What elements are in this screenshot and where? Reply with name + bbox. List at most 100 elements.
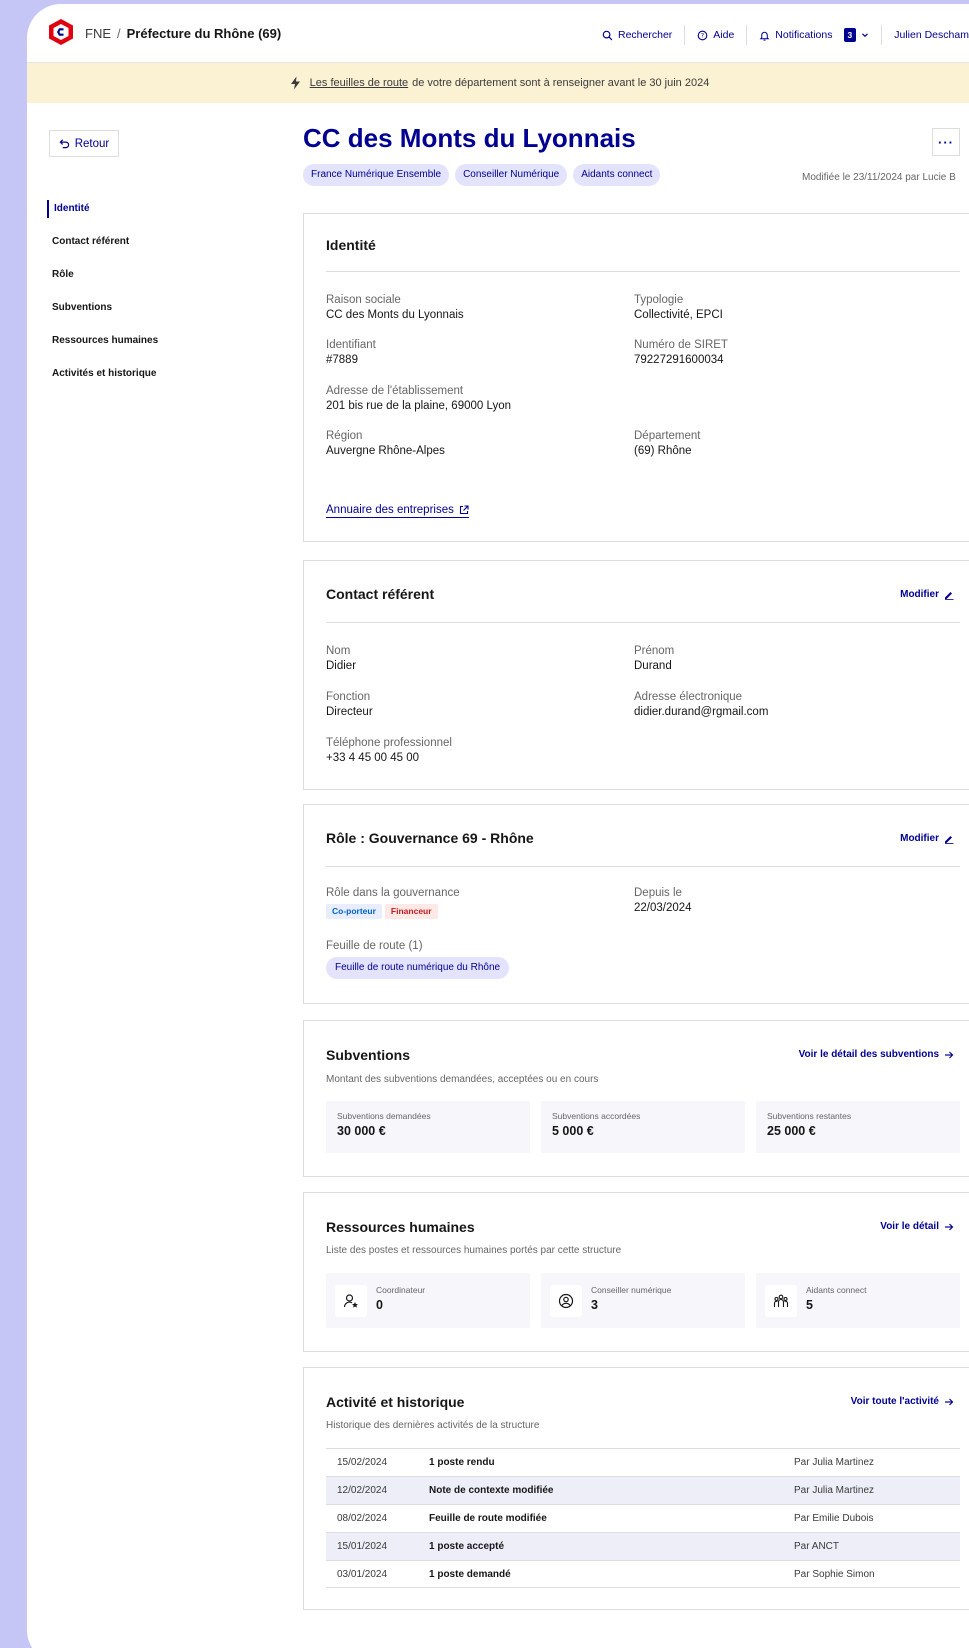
help-button[interactable]: ? Aide xyxy=(685,25,748,45)
field-label: Département xyxy=(634,430,701,442)
svg-text:?: ? xyxy=(701,31,704,39)
tag-aidants-connect: Aidants connect xyxy=(573,164,661,186)
structure-tags: France Numérique Ensemble Conseiller Num… xyxy=(303,164,661,186)
subventions-card: Subventions Voir le détail des subventio… xyxy=(303,1020,969,1177)
subventions-title: Subventions xyxy=(326,1047,411,1063)
activity-date: 15/02/2024 xyxy=(337,1457,388,1468)
banner-text: de votre département sont à renseigner a… xyxy=(412,77,710,89)
role-card: Rôle : Gouvernance 69 - Rhône Modifier R… xyxy=(303,804,969,1004)
sidenav-item-activites[interactable]: Activités et historique xyxy=(47,365,158,383)
sidenav-item-role[interactable]: Rôle xyxy=(47,266,158,284)
annuaire-link[interactable]: Annuaire des entreprises xyxy=(326,504,469,518)
subventions-detail-link[interactable]: Voir le détail des subventions xyxy=(799,1049,954,1060)
tile-label: Subventions demandées xyxy=(337,1111,431,1121)
field-value: Didier xyxy=(326,660,357,672)
activity-date: 08/02/2024 xyxy=(337,1513,388,1524)
user-star-icon xyxy=(343,1294,358,1308)
edit-contact-button[interactable]: Modifier xyxy=(900,589,954,600)
field-value: #7889 xyxy=(326,354,358,366)
activity-author: Par Julia Martinez xyxy=(794,1485,875,1496)
table-row: 08/02/2024 Feuille de route modifiée Par… xyxy=(326,1504,960,1532)
activity-author: Par Emilie Dubois xyxy=(794,1513,874,1524)
field-raison-sociale: Raison sociale CC des Monts du Lyonnais xyxy=(326,294,464,321)
activity-action: 1 poste demandé xyxy=(429,1568,511,1580)
rh-subtitle: Liste des postes et ressources humaines … xyxy=(326,1245,622,1256)
breadcrumb-separator: / xyxy=(117,26,121,41)
field-label: Depuis le xyxy=(634,887,682,899)
field-label: Rôle dans la gouvernance xyxy=(326,887,460,899)
activity-action: 1 poste rendu xyxy=(429,1457,495,1468)
table-row: 12/02/2024 Note de contexte modifiée Par… xyxy=(326,1476,960,1504)
logo-icon[interactable] xyxy=(48,18,74,46)
edit-label: Modifier xyxy=(900,589,939,600)
divider xyxy=(326,622,960,623)
breadcrumb: FNE / Préfecture du Rhône (69) xyxy=(85,26,281,41)
sidenav-item-contact[interactable]: Contact référent xyxy=(47,233,158,251)
activite-all-link[interactable]: Voir toute l'activité xyxy=(851,1396,954,1407)
pill-co-porteur: Co-porteur xyxy=(326,904,382,919)
tile-value: 3 xyxy=(591,1298,598,1312)
tile-icon-box xyxy=(765,1285,797,1317)
field-role-gouvernance: Rôle dans la gouvernance Co-porteur Finan… xyxy=(326,887,460,919)
rh-detail-link[interactable]: Voir le détail xyxy=(880,1221,954,1232)
tile-value: 25 000 € xyxy=(767,1124,816,1138)
tile-icon-box xyxy=(550,1285,582,1317)
field-nom: Nom Didier xyxy=(326,645,356,672)
field-value: Durand xyxy=(634,660,672,672)
arrow-right-icon xyxy=(945,1223,954,1230)
brand-name[interactable]: FNE xyxy=(85,26,111,41)
field-email: Adresse électronique didier.durand@rgmai… xyxy=(634,691,768,718)
sidenav-item-ressources-humaines[interactable]: Ressources humaines xyxy=(47,332,158,350)
chevron-down-icon[interactable] xyxy=(861,31,869,39)
field-value: Auvergne Rhône-Alpes xyxy=(326,445,445,457)
undo-arrow-icon xyxy=(59,139,69,149)
field-identifiant: Identifiant #7889 xyxy=(326,339,376,366)
field-value: (69) Rhône xyxy=(634,445,692,457)
activity-action: Feuille de route modifiée xyxy=(429,1513,547,1524)
sidenav-item-identite[interactable]: Identité xyxy=(47,200,158,218)
tile-coordinateur: Coordinateur 0 xyxy=(326,1273,530,1328)
identite-title: Identité xyxy=(326,237,376,253)
field-adresse: Adresse de l'établissement 201 bis rue d… xyxy=(326,385,511,412)
header-nav: Rechercher ? Aide Notifications 3 Julien… xyxy=(602,25,969,45)
arrow-right-icon xyxy=(945,1398,954,1405)
tile-icon-box xyxy=(335,1285,367,1317)
identite-card: Identité Raison sociale CC des Monts du … xyxy=(303,213,969,542)
sidenav-item-subventions[interactable]: Subventions xyxy=(47,299,158,317)
deadline-banner: Les feuilles de route de votre départeme… xyxy=(27,63,969,103)
bell-icon xyxy=(759,31,770,41)
more-options-button[interactable]: ··· xyxy=(932,128,960,156)
help-label: Aide xyxy=(713,29,735,41)
activity-table: 15/02/2024 1 poste rendu Par Julia Marti… xyxy=(326,1448,960,1588)
search-button[interactable]: Rechercher xyxy=(602,25,686,45)
last-modified-text: Modifiée le 23/11/2024 par Lucie B xyxy=(802,172,956,183)
user-name: Julien Deschamps xyxy=(894,29,969,41)
back-button[interactable]: Retour xyxy=(49,130,119,157)
field-label: Prénom xyxy=(634,645,675,657)
roadmap-link[interactable]: Les feuilles de route xyxy=(310,77,408,89)
field-typologie: Typologie Collectivité, EPCI xyxy=(634,294,723,321)
lightning-icon xyxy=(290,76,300,90)
field-value: 201 bis rue de la plaine, 69000 Lyon xyxy=(326,400,511,412)
activity-author: Par ANCT xyxy=(794,1541,840,1552)
field-departement: Département (69) Rhône xyxy=(634,430,700,457)
field-label: Typologie xyxy=(634,294,684,306)
activity-author: Par Sophie Simon xyxy=(794,1568,875,1580)
user-circle-icon xyxy=(558,1293,574,1309)
notifications-button[interactable]: Notifications 3 xyxy=(747,25,883,45)
field-prenom: Prénom Durand xyxy=(634,645,674,672)
role-title: Rôle : Gouvernance 69 - Rhône xyxy=(326,830,534,846)
divider xyxy=(326,866,960,867)
field-region: Région Auvergne Rhône-Alpes xyxy=(326,430,445,457)
activity-author: Par Julia Martinez xyxy=(794,1457,875,1468)
org-name: Préfecture du Rhône (69) xyxy=(126,26,282,41)
field-depuis: Depuis le 22/03/2024 xyxy=(634,887,692,914)
pencil-icon xyxy=(945,591,954,600)
roadmap-tag[interactable]: Feuille de route numérique du Rhône xyxy=(326,957,510,979)
field-value: Directeur xyxy=(326,706,373,718)
activity-action: Note de contexte modifiée xyxy=(429,1485,554,1496)
activite-card: Activité et historique Voir toute l'acti… xyxy=(303,1367,969,1610)
user-menu[interactable]: Julien Deschamps xyxy=(882,25,969,45)
field-telephone: Téléphone professionnel +33 4 45 00 45 0… xyxy=(326,737,452,764)
edit-role-button[interactable]: Modifier xyxy=(900,833,954,844)
